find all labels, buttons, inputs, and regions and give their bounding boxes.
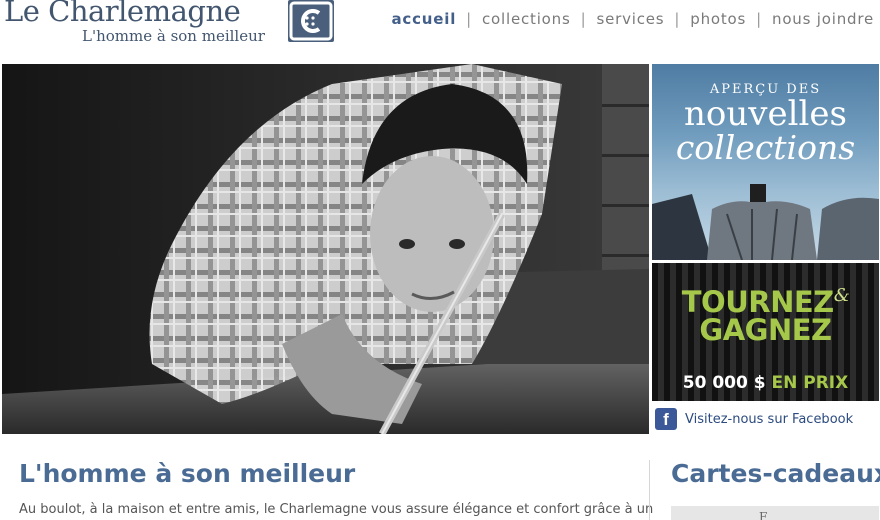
contest-prize-amount: 50 000 $ [682,373,766,393]
nav-collections[interactable]: collections [482,10,571,28]
main-nav: accueil | collections | services | photo… [392,10,875,28]
facebook-label: Visitez-nous sur Facebook [685,411,854,427]
column-divider [649,460,650,520]
nav-nous-joindre[interactable]: nous joindre [772,10,874,28]
nav-separator: | [466,10,472,28]
brand-name: Le Charlemagne [4,0,241,28]
gift-cards-title: Cartes-cadeaux [671,459,880,488]
nav-photos[interactable]: photos [690,10,746,28]
site-logo[interactable]: Le Charlemagne L'homme à son meilleur [4,0,334,46]
gift-card-image[interactable]: F [671,506,879,520]
brand-tagline: L'homme à son meilleur [82,27,265,45]
nav-services[interactable]: services [596,10,664,28]
contest-prize-label: EN PRIX [771,373,849,393]
nav-separator: | [580,10,587,28]
contest-amp: & [833,285,850,306]
nav-accueil[interactable]: accueil [392,10,457,28]
facebook-icon: f [655,408,677,430]
mannequins-image [652,184,879,260]
hero-photo [2,64,649,434]
facebook-link[interactable]: f Visitez-nous sur Facebook [655,408,853,430]
nav-separator: | [674,10,681,28]
logo-mark-icon [288,0,334,42]
gift-card-glyph: F [759,510,768,520]
promo-new-collections[interactable]: APERÇU DES nouvelles collections [652,64,879,260]
contest-line2: GAGNEZ [699,313,832,347]
main-title: L'homme à son meilleur [19,459,356,488]
nav-separator: | [756,10,763,28]
promo-collections-line3: collections [675,128,856,167]
main-paragraph: Au boulot, à la maison et entre amis, le… [19,502,654,517]
promo-contest[interactable]: TOURNEZ& GAGNEZ 50 000 $ EN PRIX [652,263,879,401]
